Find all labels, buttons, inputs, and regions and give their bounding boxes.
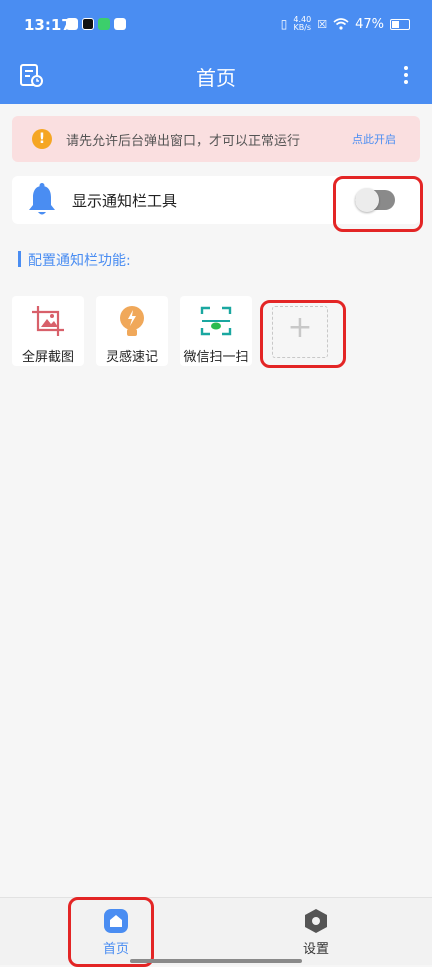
warning-icon: ! [32, 129, 52, 149]
wechat-scan-icon [200, 306, 232, 336]
status-right: ▯ 4.40 KB/s ☒ 47% [281, 16, 410, 32]
toggle-label: 显示通知栏工具 [72, 192, 178, 210]
highlight-toggle [333, 176, 423, 232]
sim-off-icon: ☒ [317, 17, 328, 31]
mail-icon [114, 18, 126, 30]
tool-label: 全屏截图 [21, 350, 74, 365]
tool-tile-screenshot[interactable]: 全屏截图 [12, 296, 84, 366]
tool-label: 微信扫一扫 [183, 350, 249, 365]
home-indicator[interactable] [130, 959, 302, 963]
highlight-home-tab [68, 897, 154, 967]
page-title: 首页 [196, 66, 236, 90]
app-store-icon [98, 18, 110, 30]
bottom-navigation: 首页 设置 [0, 897, 432, 965]
permission-alert: ! 请先允许后台弹出窗口，才可以正常运行 点此开启 [12, 116, 420, 162]
status-bar: 13:17 ▯ 4.40 KB/s ☒ 47% [0, 0, 432, 50]
section-accent-bar [18, 251, 21, 267]
more-menu-icon[interactable] [398, 62, 414, 88]
wifi-icon [333, 18, 349, 30]
bell-icon [29, 183, 55, 215]
network-speed: 4.40 KB/s [293, 15, 312, 32]
app-bar: 首页 [0, 50, 432, 104]
alert-message: 请先允许后台弹出窗口，才可以正常运行 [66, 134, 301, 149]
highlight-add-tool [260, 300, 346, 368]
app-notification-icon [66, 18, 78, 30]
nav-settings[interactable]: 设置 [276, 908, 356, 957]
enable-permission-link[interactable]: 点此开启 [352, 131, 396, 147]
tool-tile-wechat-scan[interactable]: 微信扫一扫 [180, 296, 252, 366]
status-time: 13:17 [24, 16, 72, 34]
battery-icon [390, 18, 410, 30]
lightbulb-icon [120, 306, 144, 336]
notification-icons [66, 18, 126, 30]
nav-settings-label: 设置 [302, 942, 329, 957]
tiktok-icon [82, 18, 94, 30]
tool-tile-inspiration[interactable]: 灵感速记 [96, 296, 168, 366]
tool-label: 灵感速记 [105, 350, 158, 365]
settings-icon [305, 909, 327, 933]
battery-percent: 47% [355, 16, 384, 32]
section-title: 配置通知栏功能: [28, 253, 131, 269]
screenshot-icon [32, 306, 64, 336]
vibrate-icon: ▯ [280, 17, 288, 31]
